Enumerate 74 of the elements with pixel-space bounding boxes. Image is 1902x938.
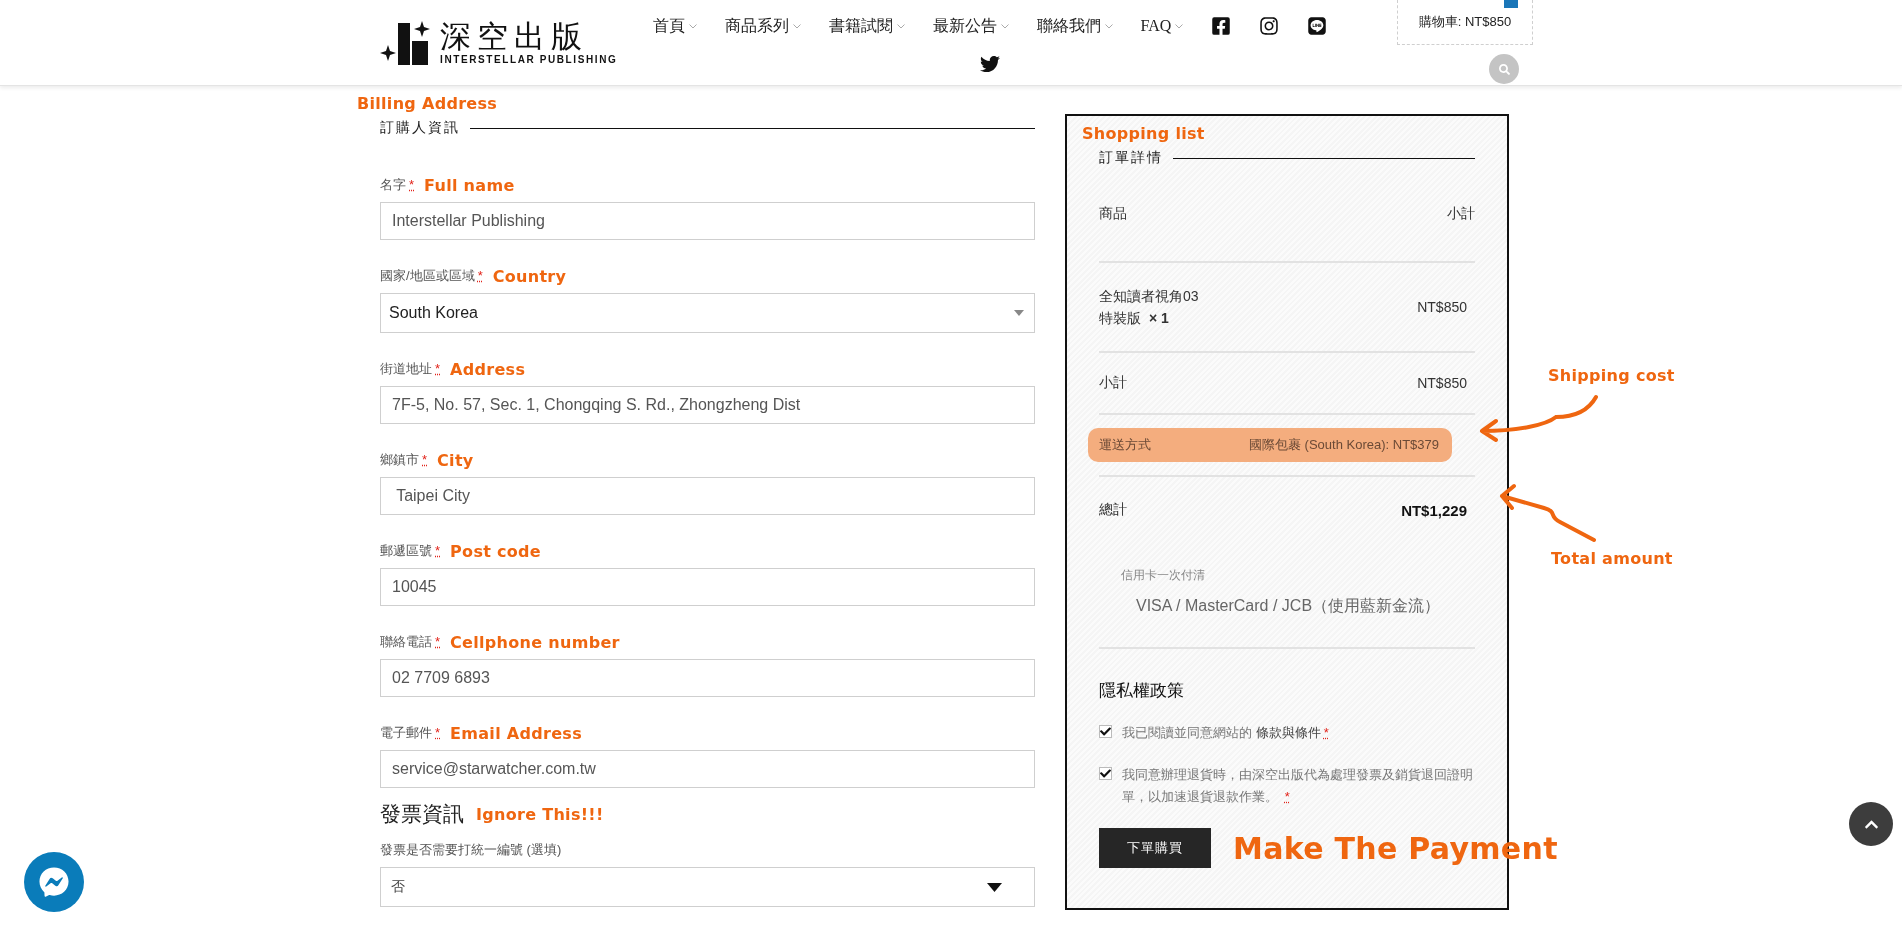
total-value: NT$1,229 — [1401, 501, 1467, 519]
field-label: 國家/地區或區域 * — [380, 267, 483, 285]
place-order-button[interactable]: 下單購買 — [1099, 828, 1211, 868]
annotation-text: Cellphone number — [450, 632, 620, 652]
dropdown-select[interactable]: 否 — [380, 867, 1035, 907]
payment-method-description: VISA / MasterCard / JCB（使用藍新金流） — [1136, 596, 1442, 616]
column-header: 商品 — [1099, 205, 1127, 223]
logo-title: 深空出版 — [440, 18, 589, 54]
shipping-label: 運送方式 — [1099, 436, 1151, 454]
annotation-text: City — [437, 450, 474, 470]
scroll-top-button[interactable] — [1849, 802, 1893, 846]
line-icon[interactable] — [1307, 14, 1328, 38]
cart-button[interactable]: 購物車: NT$850 — [1397, 0, 1533, 45]
caret-icon — [1014, 310, 1024, 316]
nav-link[interactable]: 最新公告 — [932, 14, 1009, 38]
search-icon — [1498, 63, 1510, 75]
logo-subtitle: INTERSTELLAR PUBLISHING — [440, 54, 618, 65]
checkbox[interactable] — [1099, 725, 1112, 738]
nav-link[interactable]: FAQ — [1140, 14, 1184, 38]
nav-link[interactable]: 聯絡我們 — [1036, 14, 1113, 38]
section-title: 訂單詳情 — [1099, 149, 1163, 167]
input-field[interactable]: Taipei City — [380, 477, 1035, 515]
annotation-text: Billing Address — [357, 94, 499, 113]
caret-icon — [987, 882, 1002, 892]
product-name: 全知讀者視角03特裝版 × 1 — [1099, 287, 1200, 328]
facebook-icon[interactable] — [1211, 14, 1232, 38]
annotation-text: Ignore This!!! — [476, 804, 604, 824]
field-label: 名字 * — [380, 176, 415, 194]
chevron-down-icon — [896, 23, 905, 29]
subtotal-label: 小計 — [1099, 374, 1127, 392]
nav-link[interactable]: 商品系列 — [724, 14, 801, 38]
input-field[interactable]: 10045 — [380, 568, 1035, 606]
shipping-value: 國際包裹 (South Korea): NT$379 — [1248, 436, 1439, 454]
annotation-text: Post code — [450, 541, 541, 561]
annotation-text: Full name — [424, 175, 515, 195]
section-title: 訂購人資訊 — [380, 119, 460, 137]
chevron-down-icon — [1000, 23, 1009, 29]
field-label: 街道地址 * — [380, 360, 441, 378]
privacy-title: 隱私權政策 — [1099, 680, 1185, 702]
checkbox[interactable] — [1099, 767, 1112, 780]
payment-method-title: 信用卡一次付清 — [1121, 567, 1206, 584]
subtotal-value: NT$850 — [1417, 375, 1467, 391]
input-field[interactable]: 7F-5, No. 57, Sec. 1, Chongqing S. Rd., Zhongzheng Dist — [380, 386, 1035, 424]
annotation-text: Shipping cost — [1548, 366, 1675, 385]
annotation-text: Email Address — [450, 723, 582, 743]
field-label: 發票是否需要打統一編號 (選填) — [380, 841, 562, 859]
section-title: 發票資訊 — [380, 801, 464, 828]
column-header: 小計 — [1447, 205, 1475, 223]
country-select[interactable]: South Korea — [380, 293, 1035, 333]
annotation-text: Shopping list — [1082, 124, 1205, 143]
messenger-button[interactable] — [24, 852, 84, 912]
chevron-down-icon — [1104, 23, 1113, 29]
input-field[interactable]: Interstellar Publishing — [380, 202, 1035, 240]
instagram-icon[interactable] — [1259, 14, 1280, 38]
annotation-text: Country — [492, 266, 567, 286]
annotation-text: Address — [450, 359, 526, 379]
annotation-text: Total amount — [1551, 549, 1673, 568]
nav-link[interactable]: 首頁 — [652, 14, 697, 38]
field-label: 郵遞區號 * — [380, 542, 441, 560]
consent-text: 我同意辦理退貨時，由深空出版代為處理發票及銷貨退回證明單，以加速退貨退款作業。 * — [1122, 766, 1474, 806]
nav-link[interactable]: 書籍試閱 — [828, 14, 905, 38]
field-label: 聯絡電話 * — [380, 633, 441, 651]
chevron-down-icon — [688, 23, 697, 29]
total-label: 總計 — [1099, 501, 1127, 519]
input-field[interactable]: 02 7709 6893 — [380, 659, 1035, 697]
terms-link[interactable]: 條款與條件 — [1255, 725, 1321, 740]
product-price: NT$850 — [1417, 299, 1467, 315]
chevron-down-icon — [1175, 23, 1184, 29]
field-label: 鄉鎮市 * — [380, 451, 428, 469]
consent-text: 我已閱讀並同意網站的 條款與條件 * — [1122, 724, 1329, 742]
messenger-icon — [39, 867, 69, 897]
chevron-down-icon — [792, 23, 801, 29]
input-field[interactable]: service@starwatcher.com.tw — [380, 750, 1035, 788]
field-label: 電子郵件 * — [380, 724, 441, 742]
